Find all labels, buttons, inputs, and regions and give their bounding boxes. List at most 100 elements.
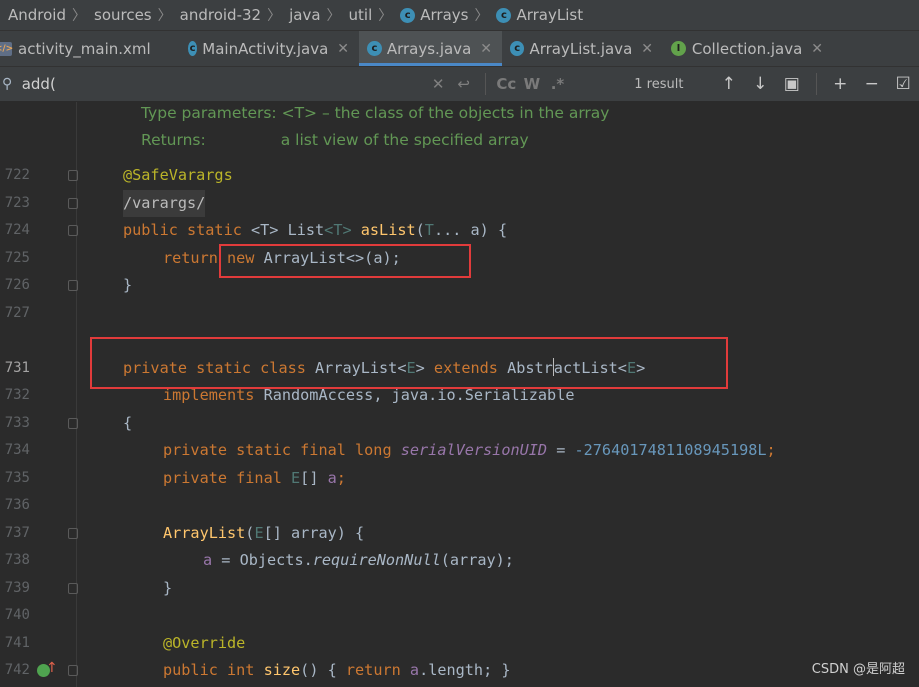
highlight-box-return <box>219 244 471 278</box>
code-line: 739 } <box>0 575 919 602</box>
breadcrumb: Android 〉 sources 〉 android-32 〉 java 〉 util… <box>0 0 919 31</box>
code-line: 727 <box>0 300 919 327</box>
doc-type-params: Type parameters: <T> – the class of the … <box>141 104 610 122</box>
tab-arrays-java[interactable]: c Arrays.java ✕ <box>359 31 502 66</box>
breadcrumb-item-util[interactable]: util <box>349 6 373 24</box>
code-text: @SafeVarargs <box>123 166 233 184</box>
line-number: 722 <box>4 167 30 183</box>
search-icon: ⚲ <box>2 76 13 92</box>
code-text: private static final long serialVersionU… <box>163 441 776 459</box>
breadcrumb-label: android-32 <box>179 6 262 24</box>
match-case-button[interactable]: Cc <box>493 75 519 93</box>
tab-activity-main-xml[interactable]: </> activity_main.xml <box>0 31 180 66</box>
line-number: 731 <box>4 360 30 376</box>
line-number: 733 <box>4 415 30 431</box>
tab-label: activity_main.xml <box>18 39 151 58</box>
regex-button[interactable]: .* <box>545 75 571 93</box>
line-number: 724 <box>4 222 30 238</box>
code-line: 738 a = Objects.requireNonNull(array); <box>0 547 919 574</box>
code-text: public int size() { return a.length; } <box>163 661 511 679</box>
code-line: 736 <box>0 492 919 519</box>
breadcrumb-item-android-32[interactable]: android-32 <box>180 6 261 24</box>
chevron-right-icon: 〉 <box>326 8 341 24</box>
tab-label: ArrayList.java <box>529 39 633 58</box>
code-line: 724 public static <T> List<T> asList(T..… <box>0 217 919 244</box>
fold-icon[interactable] <box>68 170 78 181</box>
line-number: 741 <box>4 635 30 651</box>
line-number: 725 <box>4 250 30 266</box>
line-number: 732 <box>4 387 30 403</box>
search-input[interactable]: add( <box>20 75 426 93</box>
tab-mainactivity-java[interactable]: c MainActivity.java ✕ <box>180 31 359 66</box>
line-number: 726 <box>4 277 30 293</box>
doc-line: Type parameters: <T> – the class of the … <box>0 100 919 127</box>
fold-icon[interactable] <box>68 225 78 236</box>
breadcrumb-label: java <box>289 6 321 24</box>
line-number: 727 <box>4 305 30 321</box>
close-icon[interactable]: ✕ <box>480 41 492 57</box>
fold-icon[interactable] <box>68 198 78 209</box>
whole-words-button[interactable]: W <box>519 75 545 93</box>
tab-arraylist-java[interactable]: c ArrayList.java ✕ <box>502 31 663 66</box>
arrow-down-icon[interactable]: ↓ <box>745 74 777 94</box>
breadcrumb-label: util <box>348 6 373 24</box>
new-line-icon[interactable]: ↩ <box>451 75 477 93</box>
add-occurrence-icon[interactable]: + <box>825 74 857 94</box>
class-icon: c <box>510 41 525 56</box>
line-number: 734 <box>4 442 30 458</box>
tab-collection-java[interactable]: I Collection.java ✕ <box>663 31 833 66</box>
close-icon[interactable]: ✕ <box>811 41 823 57</box>
code-text: } <box>163 579 173 597</box>
breadcrumb-item-arrays[interactable]: c Arrays <box>400 6 468 24</box>
chevron-right-icon: 〉 <box>267 8 282 24</box>
fold-icon[interactable] <box>68 418 78 429</box>
line-number: 738 <box>4 552 30 568</box>
breadcrumb-item-android[interactable]: Android <box>8 6 66 24</box>
code-text: { <box>123 414 133 432</box>
breadcrumb-item-sources[interactable]: sources <box>94 6 152 24</box>
clear-search-icon[interactable]: ✕ <box>425 75 451 93</box>
code-text: ArrayList(E[] array) { <box>163 524 365 542</box>
breadcrumb-item-arraylist[interactable]: c ArrayList <box>496 6 583 24</box>
breadcrumb-label: Arrays <box>420 6 469 24</box>
code-text: @Override <box>163 634 246 652</box>
tab-label: MainActivity.java <box>202 39 329 58</box>
highlight-box-class <box>90 337 728 389</box>
close-icon[interactable]: ✕ <box>337 41 349 57</box>
watermark: CSDN @是阿超 <box>811 662 905 677</box>
arrow-up-icon[interactable]: ↑ <box>713 74 745 94</box>
go-to-super-arrow-icon[interactable]: ↑ <box>46 660 58 676</box>
divider <box>484 73 486 95</box>
class-icon: c <box>496 7 512 23</box>
folded-comment[interactable]: /varargs/ <box>123 190 206 217</box>
code-line: 737 ArrayList(E[] array) { <box>0 520 919 547</box>
close-icon[interactable]: ✕ <box>641 41 653 57</box>
line-number: 723 <box>4 195 30 211</box>
fold-icon[interactable] <box>68 528 78 539</box>
tab-label: Arrays.java <box>386 39 472 58</box>
editor-tab-bar: </> activity_main.xml c MainActivity.jav… <box>0 31 919 67</box>
code-line: 741 @Override <box>0 630 919 657</box>
remove-occurrence-icon[interactable]: − <box>856 74 888 94</box>
doc-returns: Returns: a list view of the specified arr… <box>141 131 529 149</box>
select-all-occurrences-icon[interactable]: ☑ <box>888 74 919 94</box>
chevron-right-icon: 〉 <box>157 8 172 24</box>
chevron-right-icon: 〉 <box>72 8 86 24</box>
fold-icon[interactable] <box>68 583 78 594</box>
code-text: public static <T> List<T> asList(T... a)… <box>123 221 508 239</box>
line-number: 736 <box>4 497 30 513</box>
line-number: 735 <box>4 470 30 486</box>
code-text: private final E[] a; <box>163 469 346 487</box>
line-number: 739 <box>4 580 30 596</box>
breadcrumb-item-java[interactable]: java <box>289 6 320 24</box>
class-icon: c <box>367 41 382 56</box>
chevron-right-icon: 〉 <box>378 8 393 24</box>
fold-icon[interactable] <box>68 665 78 676</box>
open-in-window-icon[interactable]: ▣ <box>776 74 808 94</box>
fold-icon[interactable] <box>68 280 78 291</box>
breadcrumb-label: ArrayList <box>516 6 584 24</box>
code-line: 722 @SafeVarargs <box>0 162 919 189</box>
find-bar: ⚲ add( ✕ ↩ Cc W .* 1 result ↑ ↓ ▣ + − ☑ <box>0 67 919 102</box>
code-editor[interactable]: Type parameters: <T> – the class of the … <box>0 102 919 687</box>
search-result-count: 1 result <box>634 76 684 92</box>
